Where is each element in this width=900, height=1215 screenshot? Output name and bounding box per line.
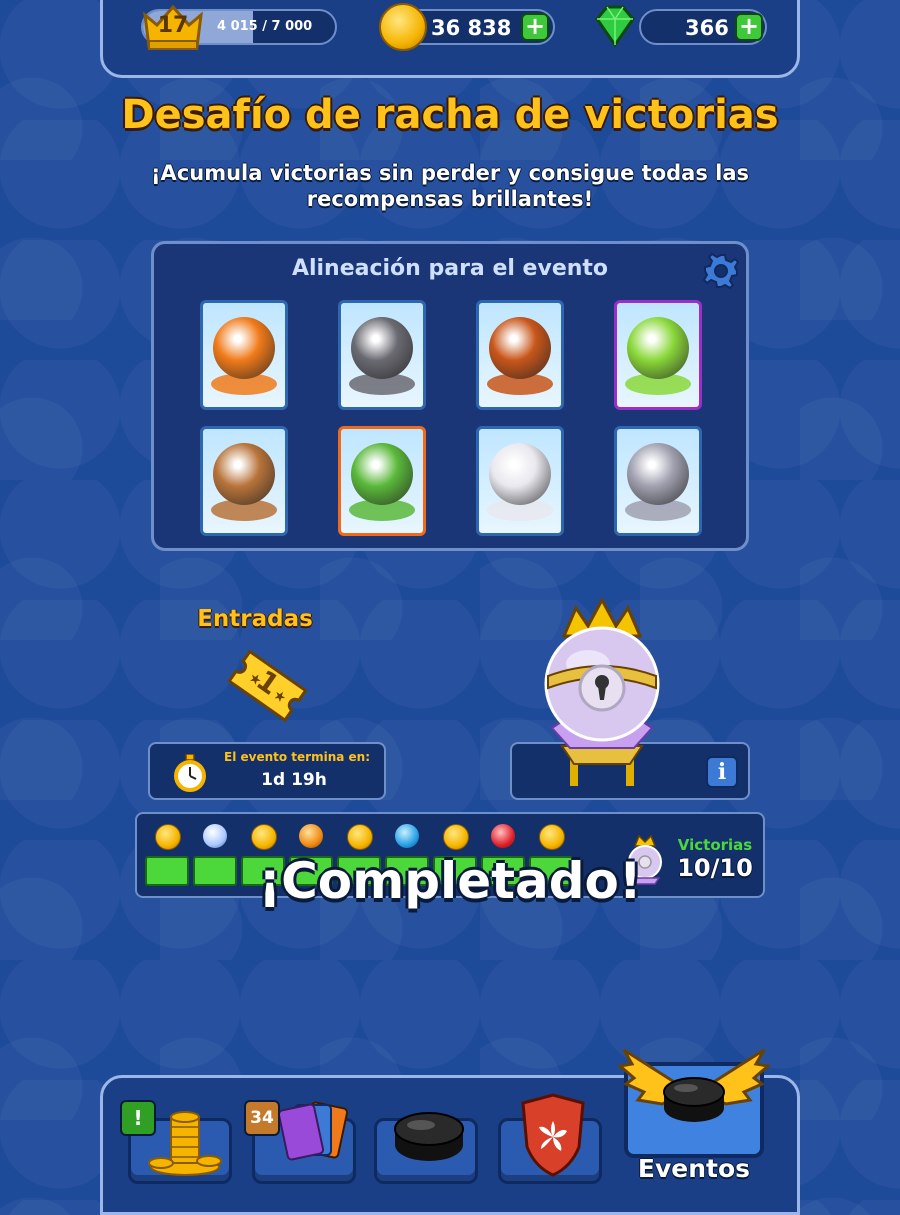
nav-events-label: Eventos xyxy=(637,1154,751,1183)
stopwatch-icon xyxy=(172,753,208,792)
nav-play-button[interactable] xyxy=(374,1112,478,1184)
winged-puck-icon xyxy=(616,1042,772,1142)
nav-club-button[interactable] xyxy=(498,1093,602,1184)
frog-character-icon xyxy=(627,317,689,379)
crown-level-icon[interactable]: 17 xyxy=(141,1,205,53)
coins-value: 36 838 xyxy=(431,16,512,40)
lineup-card[interactable] xyxy=(200,426,288,536)
ticket-icon[interactable]: ★ ★ 1 xyxy=(220,640,316,730)
event-timer-panel: El evento termina en: 1d 19h xyxy=(148,742,386,800)
lineup-card[interactable] xyxy=(200,300,288,410)
shop-notification-badge: ! xyxy=(120,1100,156,1136)
hockey-puck-icon xyxy=(391,1107,467,1167)
lineup-card[interactable] xyxy=(476,300,564,410)
page-title: Desafío de racha de victorias xyxy=(121,92,779,138)
panda-hockey-player-icon xyxy=(489,443,551,505)
cards-icon xyxy=(273,1091,353,1171)
lineup-card[interactable] xyxy=(614,426,702,536)
club-shield-icon xyxy=(517,1093,589,1177)
entries-label: Entradas xyxy=(197,606,313,632)
locked-crystal-orb-icon[interactable] xyxy=(534,596,670,792)
green-blob-character-icon xyxy=(351,443,413,505)
orb-reward-icon xyxy=(491,824,515,848)
coin-reward-icon xyxy=(347,824,373,850)
orb-reward-icon xyxy=(299,824,323,848)
lineup-card[interactable] xyxy=(614,300,702,410)
nav-events-button[interactable] xyxy=(616,1048,772,1158)
player-level: 17 xyxy=(157,13,189,38)
lineup-card[interactable] xyxy=(338,300,426,410)
koala-hockey-player-icon xyxy=(627,443,689,505)
gem-icon xyxy=(591,3,639,49)
top-bar: 4 015 / 7 000 17 36 838 + 366 + xyxy=(100,0,800,78)
fire-rock-character-icon xyxy=(213,317,275,379)
gems-counter[interactable]: 366 + xyxy=(639,9,767,45)
cards-count-badge: 34 xyxy=(244,1100,280,1136)
coin-icon xyxy=(379,3,427,51)
coin-reward-icon xyxy=(443,824,469,850)
completed-banner: ¡Completado! xyxy=(258,852,642,910)
lineup-panel: Alineación para el evento xyxy=(151,241,749,551)
lineup-title: Alineación para el evento xyxy=(291,256,609,281)
add-gems-button[interactable]: + xyxy=(735,13,763,41)
coin-reward-icon xyxy=(539,824,565,850)
coin-reward-icon xyxy=(251,824,277,850)
coin-reward-icon xyxy=(155,824,181,850)
gear-icon[interactable] xyxy=(702,252,740,290)
lineup-card[interactable] xyxy=(476,426,564,536)
lineup-card[interactable] xyxy=(338,426,426,536)
coin-stack-icon xyxy=(145,1087,225,1177)
xp-text: 4 015 / 7 000 xyxy=(217,19,313,34)
dog-hockey-player-icon xyxy=(213,443,275,505)
page-subtitle: ¡Acumula victorias sin perder y consigue… xyxy=(150,161,750,211)
orb-reward-icon xyxy=(203,824,227,848)
add-coins-button[interactable]: + xyxy=(521,13,549,41)
event-ends-value: 1d 19h xyxy=(261,770,327,790)
info-button[interactable]: i xyxy=(706,756,738,788)
event-ends-label: El evento termina en: xyxy=(224,750,370,764)
orb-reward-icon xyxy=(395,824,419,848)
gems-value: 366 xyxy=(685,16,729,40)
bull-boxer-character-icon xyxy=(489,317,551,379)
bear-boxer-character-icon xyxy=(351,317,413,379)
